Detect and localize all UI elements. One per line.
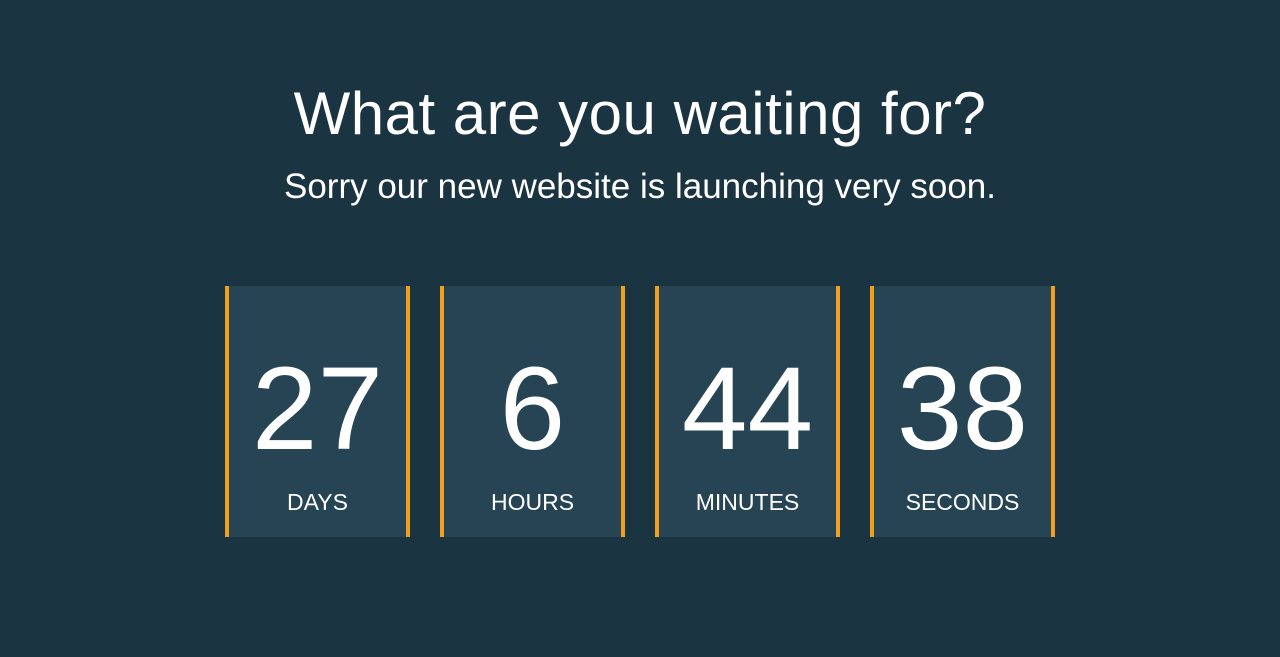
seconds-label: SECONDS	[905, 489, 1020, 515]
countdown-hours: 6 HOURS	[440, 286, 625, 537]
days-label: DAYS	[287, 489, 348, 515]
seconds-value: 38	[896, 343, 1029, 475]
minutes-label: MINUTES	[695, 489, 800, 515]
countdown-timer: 27 DAYS 6 HOURS 44 MINUTES 38 SECONDS	[225, 286, 1055, 537]
coming-soon-page: What are you waiting for? Sorry our new …	[0, 0, 1280, 657]
page-title: What are you waiting for?	[293, 80, 987, 147]
minutes-value: 44	[681, 343, 814, 475]
page-subtitle: Sorry our new website is launching very …	[283, 167, 996, 206]
hours-value: 6	[499, 343, 566, 475]
countdown-days: 27 DAYS	[225, 286, 410, 537]
days-value: 27	[251, 343, 384, 475]
hours-label: HOURS	[490, 489, 575, 515]
countdown-minutes: 44 MINUTES	[655, 286, 840, 537]
countdown-seconds: 38 SECONDS	[870, 286, 1055, 537]
